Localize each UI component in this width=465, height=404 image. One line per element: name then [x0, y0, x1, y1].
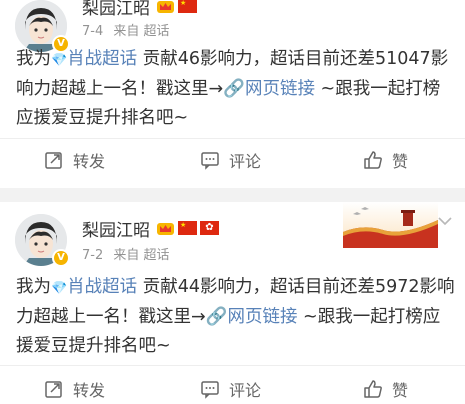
post-source[interactable]: 来自 超话: [113, 248, 169, 263]
post-body: 我为💎肖战超话 贡献46影响力，超话目前还差51047影响力超越上一名！戳这里→…: [16, 45, 456, 133]
repost-label: 转发: [73, 381, 106, 400]
repost-icon: [45, 152, 62, 169]
post-date: 7-4: [82, 24, 104, 39]
action-bar: 转发 评论 赞: [0, 140, 465, 180]
divider: [0, 138, 465, 139]
comment-icon: [201, 381, 219, 399]
post-meta: 7-2 来自 超话: [82, 244, 176, 263]
post-text-prefix: 我为: [16, 277, 51, 297]
post-date: 7-2: [82, 248, 104, 263]
diamond-icon: 💎: [51, 281, 68, 296]
link-icon: 🔗: [223, 79, 245, 99]
author-row: 梨园江昭 ★: [82, 0, 200, 19]
like-button[interactable]: 赞: [363, 377, 408, 401]
comment-button[interactable]: 评论: [200, 148, 261, 172]
diamond-icon: 💎: [51, 53, 68, 68]
chevron-down-icon[interactable]: [438, 216, 452, 226]
post-text-prefix: 我为: [16, 49, 51, 69]
author-name[interactable]: 梨园江昭: [82, 0, 150, 19]
china-flag-icon: ★: [178, 221, 197, 235]
comment-button[interactable]: 评论: [200, 377, 261, 401]
verified-badge-icon: V: [52, 249, 70, 267]
comment-label: 评论: [229, 152, 262, 171]
like-label: 赞: [392, 381, 409, 400]
topic-link[interactable]: 肖战超话: [67, 49, 137, 69]
repost-button[interactable]: 转发: [44, 377, 105, 401]
like-label: 赞: [392, 152, 409, 171]
divider: [0, 365, 465, 366]
like-button[interactable]: 赞: [363, 148, 408, 172]
crown-badge-icon: [157, 223, 174, 235]
weibo-post: V 梨园江昭 ★ ✿ 7-2 来自 超话 我为💎肖战超话 贡献44影响力，超话目…: [0, 202, 465, 404]
thumbs-up-icon: [364, 380, 382, 398]
thumbs-up-icon: [364, 151, 382, 169]
post-body: 我为💎肖战超话 贡献44影响力，超话目前还差5972影响力超越上一名！戳这里→🔗…: [16, 273, 456, 361]
crown-badge-icon: [157, 1, 174, 13]
author-name[interactable]: 梨园江昭: [82, 216, 150, 241]
repost-icon: [45, 381, 62, 398]
china-flag-icon: ★: [178, 0, 197, 13]
link-icon: 🔗: [205, 307, 228, 327]
web-link[interactable]: 网页链接: [245, 79, 315, 99]
great-wall-decoration: [343, 202, 438, 248]
post-meta: 7-4 来自 超话: [82, 20, 176, 39]
hong-kong-flag-icon: ✿: [200, 221, 219, 235]
topic-link[interactable]: 肖战超话: [67, 277, 137, 297]
action-bar: 转发 评论 赞: [0, 369, 465, 404]
repost-button[interactable]: 转发: [44, 148, 105, 172]
author-row: 梨园江昭 ★ ✿: [82, 216, 219, 241]
web-link[interactable]: 网页链接: [227, 307, 297, 327]
weibo-post: V 梨园江昭 ★ 7-4 来自 超话 我为💎肖战超话 贡献46影响力，超话目前还…: [0, 0, 465, 188]
repost-label: 转发: [73, 152, 106, 171]
post-source[interactable]: 来自 超话: [113, 24, 169, 39]
comment-label: 评论: [229, 381, 262, 400]
comment-icon: [201, 152, 219, 170]
